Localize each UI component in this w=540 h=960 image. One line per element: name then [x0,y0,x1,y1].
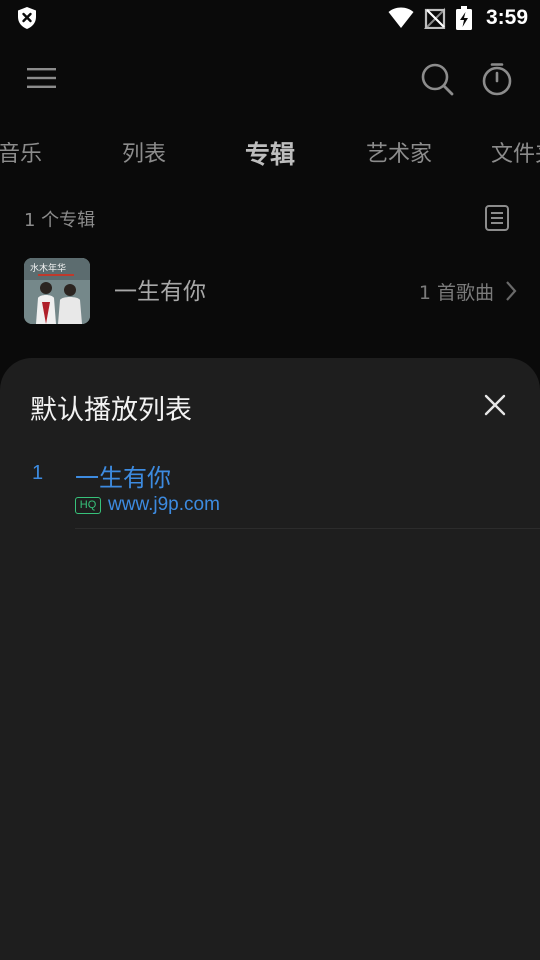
song-title: 一生有你 [75,464,171,492]
sheet-title: 默认播放列表 [30,395,192,426]
album-cover: 水木年华 [24,258,90,324]
tab-albums[interactable]: 专辑 [245,132,295,178]
tab-music[interactable]: 音乐 [0,132,42,178]
album-title: 一生有你 [114,279,206,305]
no-signal-icon [423,7,446,29]
tab-folders[interactable]: 文件夹 [491,132,540,178]
status-bar: 3:59 [0,0,540,36]
cover-title-text: 水木年华 [30,262,66,274]
song-index: 1 [32,462,44,484]
album-count-label: 1 个专辑 [24,210,96,231]
battery-charging-icon [455,6,472,30]
tab-bar: 音乐 列表 专辑 艺术家 文件夹 [0,132,540,178]
playlist-bottom-sheet: 默认播放列表 1 一生有你 HQ www.j9p.com [0,358,540,960]
song-artist: www.j9p.com [108,494,220,515]
search-icon[interactable] [420,62,454,96]
album-list-item[interactable]: 水木年华 一生有你 1 首歌曲 [0,258,540,326]
wifi-icon [388,7,414,28]
tab-artists[interactable]: 艺术家 [366,132,432,178]
tab-lists[interactable]: 列表 [122,132,166,178]
status-time: 3:59 [485,6,528,29]
playlist-song-item[interactable]: 1 一生有你 HQ www.j9p.com [0,454,540,530]
timer-icon[interactable] [480,62,514,96]
menu-icon[interactable] [26,66,58,90]
list-view-icon[interactable] [484,204,510,232]
shield-x-icon [18,7,36,29]
album-song-count: 1 首歌曲 [418,282,494,304]
chevron-right-icon [506,281,517,301]
hq-badge: HQ [75,497,101,514]
album-count-row: 1 个专辑 [0,200,540,236]
toolbar [0,52,540,104]
divider [75,528,540,529]
close-icon[interactable] [482,392,508,418]
